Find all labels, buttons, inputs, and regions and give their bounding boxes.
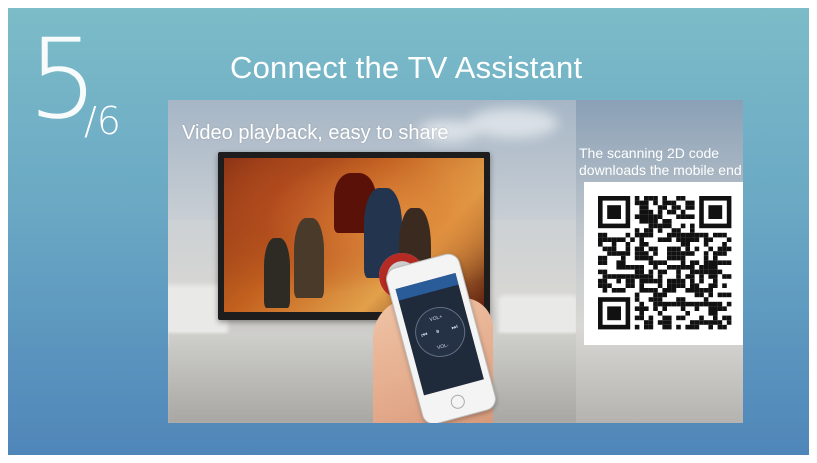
qr-code-icon (598, 196, 732, 330)
previous-icon: ⏮ (420, 331, 429, 340)
onboarding-screen: 5 /6 Connect the TV Assistant Video play… (8, 8, 809, 455)
qr-caption-line2: downloads the mobile end (579, 162, 742, 178)
qr-caption: The scanning 2D code downloads the mobil… (579, 145, 743, 179)
pause-icon: ⏸ (435, 328, 441, 336)
vol-up-label: VOL+ (428, 314, 444, 324)
qr-code (584, 182, 743, 345)
remote-pad: VOL+ VOL- ⏮ ⏸ ⏭ (409, 301, 471, 363)
home-button-icon (449, 393, 467, 411)
promo-image: Video playback, easy to share VOL+ VOL- … (168, 100, 743, 423)
phone-status-bar (395, 273, 459, 301)
movie-figure (264, 238, 290, 308)
phone-in-hand: VOL+ VOL- ⏮ ⏸ ⏭ (373, 250, 508, 423)
vol-down-label: VOL- (436, 342, 450, 352)
movie-figure (294, 218, 324, 298)
qr-caption-line1: The scanning 2D code (579, 145, 720, 161)
next-icon: ⏭ (450, 323, 459, 332)
cloud-shape (468, 108, 558, 138)
qr-column: The scanning 2D code downloads the mobil… (576, 100, 743, 423)
page-title: Connect the TV Assistant (230, 50, 583, 85)
step-total: /6 (84, 99, 121, 143)
promo-caption: Video playback, easy to share (182, 122, 449, 144)
